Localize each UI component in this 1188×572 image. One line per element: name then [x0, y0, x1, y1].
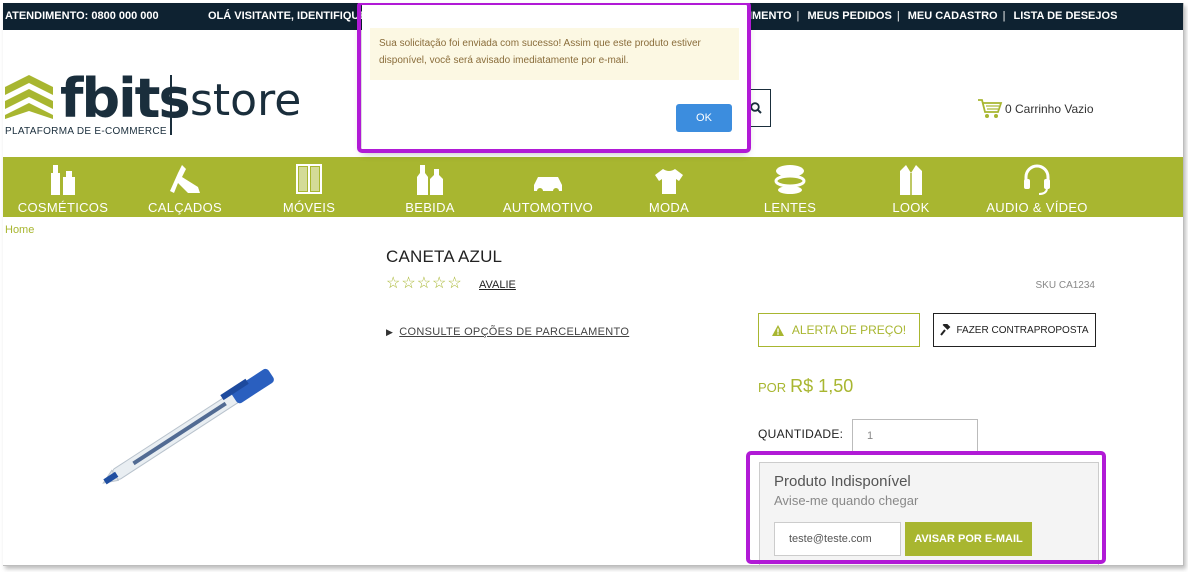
nav-label: LENTES — [763, 200, 817, 215]
nav-item-moda[interactable]: MODA — [614, 163, 724, 215]
quantity-label: QUANTIDADE: — [758, 427, 844, 441]
star-icon[interactable]: ☆ — [432, 276, 446, 292]
nav-label: COSMÉTICOS — [17, 200, 109, 215]
top-link-desejos[interactable]: LISTA DE DESEJOS — [1014, 10, 1118, 22]
nav-item-automotivo[interactable]: AUTOMOTIVO — [493, 163, 603, 215]
car-icon — [534, 177, 562, 194]
star-icon[interactable]: ☆ — [386, 276, 400, 292]
nav-item-calcados[interactable]: CALÇADOS — [130, 163, 240, 215]
nav-item-look[interactable]: LOOK — [856, 163, 966, 215]
quantity-input[interactable] — [852, 419, 978, 453]
search-icon — [750, 102, 762, 114]
jacket-icon — [900, 165, 922, 195]
success-modal: Sua solicitação foi enviada com sucesso!… — [362, 3, 747, 151]
avalie-link[interactable]: AVALIE — [479, 279, 516, 291]
top-link-atendimento[interactable]: DIMENTO — [741, 10, 792, 22]
logo-tagline: PLATAFORMA DE E-COMMERCE — [5, 126, 167, 137]
top-link-pedidos[interactable]: MEUS PEDIDOS — [807, 10, 891, 22]
success-message: Sua solicitação foi enviada com sucesso!… — [370, 28, 739, 80]
nav-item-audio-video[interactable]: AUDIO & VÍDEO — [977, 163, 1097, 215]
unavailable-heading: Produto Indisponível — [774, 473, 911, 490]
headset-icon — [1024, 164, 1050, 195]
nav-item-lentes[interactable]: LENTES — [735, 163, 845, 215]
logo-store: store — [190, 75, 302, 126]
price-prefix: POR — [758, 380, 787, 395]
logo-divider — [170, 75, 172, 135]
nav-item-moveis[interactable]: MÓVEIS — [254, 163, 364, 215]
nav-label: CALÇADOS — [148, 200, 222, 215]
parcelamento-link[interactable]: CONSULTE OPÇÕES DE PARCELAMENTO — [399, 326, 629, 338]
product-title: CANETA AZUL — [386, 247, 503, 266]
nav-label: LOOK — [892, 200, 930, 215]
atendimento-text: ATENDIMENTO: 0800 000 000 — [5, 10, 159, 22]
category-nav: COSMÉTICOS CALÇADOS MÓVEIS BEBIDA AUTOMO… — [3, 157, 1183, 217]
product-sku: SKU CA1234 — [1035, 280, 1095, 291]
warning-icon — [771, 324, 784, 336]
store-logo[interactable]: fbits store PLATAFORMA DE E-COMMERCE — [5, 67, 301, 141]
parcelamento-toggle[interactable]: ▶ CONSULTE OPÇÕES DE PARCELAMENTO — [386, 326, 629, 338]
product-image — [102, 368, 274, 485]
price-alert-button[interactable]: ALERTA DE PREÇO! — [758, 313, 920, 347]
rating-stars[interactable]: ☆ ☆ ☆ ☆ ☆ — [386, 276, 463, 292]
nav-item-cosmeticos[interactable]: COSMÉTICOS — [8, 163, 118, 215]
furniture-icon — [296, 164, 322, 194]
tshirt-icon — [655, 169, 683, 194]
cart-icon — [978, 99, 1003, 118]
unavailable-subheading: Avise-me quando chegar — [774, 493, 919, 508]
top-links: DIMENTO | MEUS PEDIDOS | MEU CADASTRO | LIS… — [741, 10, 1118, 22]
shoes-icon — [170, 165, 200, 193]
breadcrumb-home[interactable]: Home — [5, 224, 34, 236]
top-link-cadastro[interactable]: MEU CADASTRO — [908, 10, 998, 22]
cosmetics-icon — [51, 165, 75, 195]
logo-mark-icon — [5, 75, 53, 119]
nav-label: MÓVEIS — [282, 200, 336, 215]
counteroffer-label: FAZER CONTRAPROPOSTA — [956, 324, 1089, 336]
star-icon[interactable]: ☆ — [417, 276, 431, 292]
nav-label: AUDIO & VÍDEO — [986, 200, 1088, 215]
star-icon[interactable]: ☆ — [447, 276, 461, 292]
gavel-icon — [940, 324, 951, 336]
notify-email-input[interactable] — [774, 522, 901, 556]
browser-viewport: ATENDIMENTO: 0800 000 000 OLÁ VISITANTE,… — [3, 3, 1184, 566]
lens-icon — [774, 165, 806, 194]
product-price: POR R$ 1,50 — [758, 376, 853, 397]
cart-link[interactable]: 0 Carrinho Vazio — [977, 98, 1094, 120]
greeting-link[interactable]: OLÁ VISITANTE, IDENTIFIQUE — [208, 10, 367, 22]
triangle-right-icon: ▶ — [386, 327, 394, 337]
cart-label: 0 Carrinho Vazio — [1005, 102, 1094, 116]
nav-label: BEBIDA — [405, 200, 455, 215]
bottles-icon — [417, 165, 443, 195]
nav-label: AUTOMOTIVO — [502, 200, 594, 215]
price-alert-label: ALERTA DE PREÇO! — [791, 323, 907, 337]
star-icon[interactable]: ☆ — [401, 276, 415, 292]
nav-label: MODA — [648, 200, 690, 215]
unavailable-panel: Produto Indisponível Avise-me quando che… — [759, 462, 1099, 565]
ok-button[interactable]: OK — [676, 104, 732, 132]
notify-email-button[interactable]: AVISAR POR E-MAIL — [905, 522, 1032, 556]
counteroffer-button[interactable]: FAZER CONTRAPROPOSTA — [933, 313, 1096, 347]
nav-item-bebida[interactable]: BEBIDA — [375, 163, 485, 215]
price-value: R$ 1,50 — [790, 376, 854, 396]
